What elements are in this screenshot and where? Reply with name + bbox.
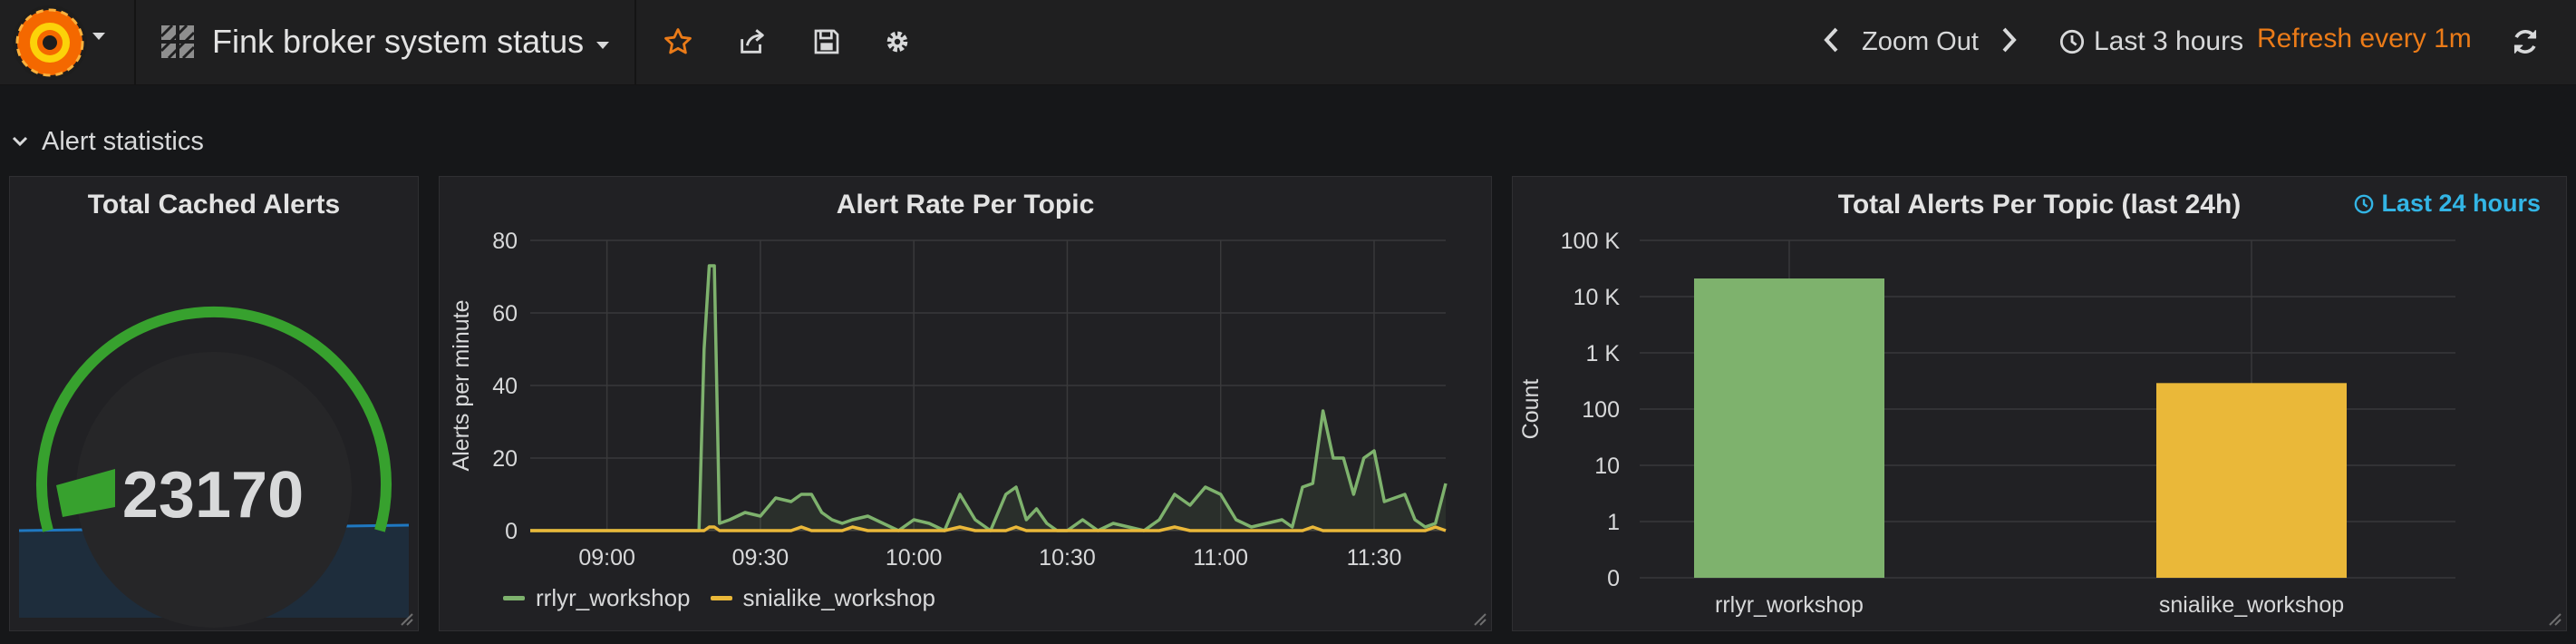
top-navbar: Fink broker system status Zoom Out Last …: [0, 0, 2576, 85]
bar-chart: 0 1 10 100 1 K 10 K 100 K Count rrlyr_workshop sn…: [1518, 229, 2455, 618]
navbar-divider: [134, 0, 136, 84]
legend-item-snialike_workshop[interactable]: snialike_workshop: [710, 584, 935, 612]
row-title: Alert statistics: [42, 126, 204, 156]
row-header-alert-statistics[interactable]: Alert statistics: [11, 123, 204, 160]
logo-menu-caret-icon[interactable]: [92, 33, 105, 40]
y-axis-label: Alerts per minute: [449, 300, 474, 472]
y-tick-label: 100: [1582, 397, 1620, 423]
x-tick-label: 11:00: [1193, 545, 1248, 571]
panel-resize-handle-icon[interactable]: [2546, 610, 2562, 627]
y-tick-label: 40: [492, 374, 518, 399]
dashboard-caret-icon: [596, 42, 610, 49]
series-area-rrlyr_workshop: [530, 266, 1446, 531]
x-tick-label: 09:30: [732, 545, 789, 571]
navbar-divider: [634, 0, 636, 84]
x-tick-label: 10:00: [886, 545, 943, 571]
y-tick-label: 80: [492, 229, 518, 254]
gauge-visual: 23170: [18, 306, 410, 628]
y-tick-label: 100 K: [1561, 229, 1621, 254]
chart-legend: rrlyr_workshop snialike_workshop: [503, 584, 955, 612]
dashboard-title: Fink broker system status: [212, 23, 585, 60]
x-tick-label: 09:00: [578, 545, 635, 571]
dashboard-picker[interactable]: Fink broker system status: [160, 18, 610, 65]
y-tick-label: 20: [492, 446, 518, 472]
panel-alert-rate-per-topic: Alert Rate Per Topic 0 20 40 60 80 09:00 09:30…: [439, 176, 1492, 631]
y-tick-label: 10 K: [1574, 285, 1621, 310]
y-tick-label: 0: [505, 519, 518, 544]
dashboard-grid-icon: [160, 24, 196, 60]
gauge-value: 23170: [122, 459, 304, 532]
bar-snialike_workshop: [2156, 383, 2347, 578]
grafana-logo-icon[interactable]: [13, 5, 87, 80]
zoom-controls: Zoom Out: [1822, 22, 2019, 62]
y-tick-label: 1 K: [1585, 341, 1620, 366]
x-tick-label: 10:30: [1039, 545, 1096, 571]
x-tick-label: snialike_workshop: [2159, 592, 2344, 618]
y-tick-label: 10: [1594, 454, 1620, 479]
legend-label: rrlyr_workshop: [536, 584, 691, 611]
panel-resize-handle-icon[interactable]: [1471, 610, 1487, 627]
y-tick-label: 1: [1607, 510, 1620, 535]
save-icon[interactable]: [805, 20, 848, 63]
refresh-icon[interactable]: [2503, 20, 2547, 63]
legend-label: snialike_workshop: [742, 584, 935, 611]
line-chart: 0 20 40 60 80 09:00 09:30 10:00 10:30 11:00 11:30 A…: [449, 229, 1448, 571]
x-tick-label: 11:30: [1347, 545, 1402, 571]
time-range-picker[interactable]: Last 3 hours: [2059, 22, 2243, 62]
legend-swatch: [710, 596, 732, 600]
settings-gear-icon[interactable]: [876, 20, 919, 63]
refresh-interval-picker[interactable]: Refresh every 1m: [2257, 24, 2472, 54]
zoom-out-button[interactable]: Zoom Out: [1862, 27, 1979, 57]
panel-resize-handle-icon[interactable]: [398, 610, 414, 627]
panel-total-alerts-per-topic: Total Alerts Per Topic (last 24h) Last 2…: [1512, 176, 2567, 631]
panel-total-cached-alerts: Total Cached Alerts 23170: [9, 176, 419, 631]
clock-icon: [2059, 29, 2085, 54]
legend-item-rrlyr_workshop[interactable]: rrlyr_workshop: [503, 584, 691, 612]
star-icon[interactable]: [656, 20, 700, 63]
time-back-chevron-icon[interactable]: [1822, 25, 1842, 59]
legend-swatch: [503, 596, 525, 600]
time-range-label: Last 3 hours: [2094, 26, 2244, 56]
share-icon[interactable]: [731, 20, 774, 63]
y-tick-label: 0: [1607, 566, 1620, 591]
row-collapse-chevron-icon: [12, 136, 28, 147]
y-axis-label: Count: [1518, 379, 1544, 440]
bar-rrlyr_workshop: [1694, 278, 1884, 578]
time-forward-chevron-icon[interactable]: [1999, 25, 2019, 59]
x-tick-label: rrlyr_workshop: [1715, 592, 1864, 618]
y-tick-label: 60: [492, 301, 518, 327]
